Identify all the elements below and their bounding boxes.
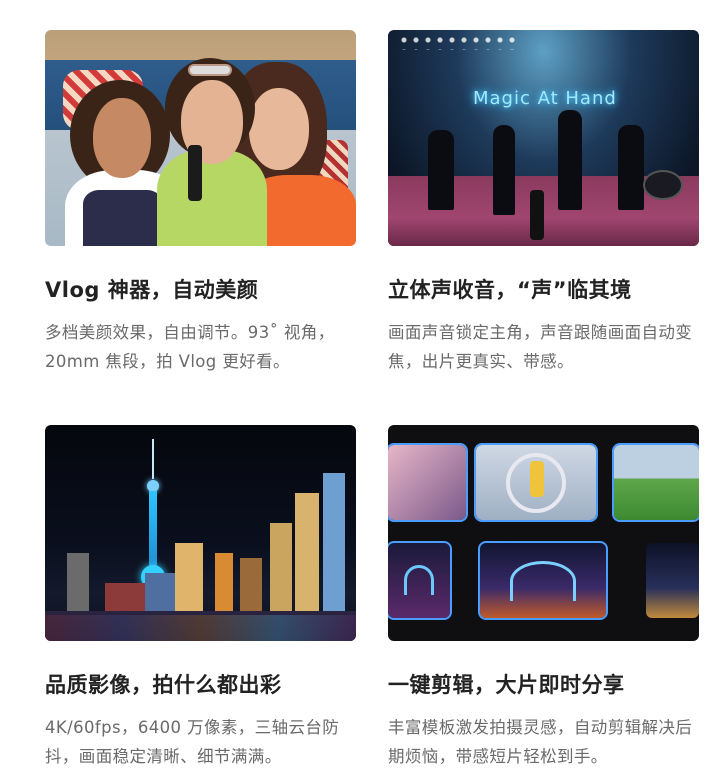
card-description: 多档美颜效果，自由调节。93˚ 视角，20mm 焦段，拍 Vlog 更好看。 — [45, 323, 335, 371]
tower-needle — [152, 439, 154, 479]
editing-thumbnails — [388, 425, 699, 641]
card-description: 丰富模板激发拍摄灵感，自动剪辑解决后期烦恼，带感短片轻松到手。 — [388, 718, 693, 766]
building — [67, 553, 89, 613]
video-thumbnail — [612, 443, 699, 522]
person-dress — [83, 190, 163, 246]
bridge — [404, 565, 434, 595]
feature-grid: Vlog 神器，自动美颜 多档美颜效果，自由调节。93˚ 视角，20mm 焦段，… — [0, 0, 721, 776]
river-reflection — [45, 615, 356, 641]
band-member — [618, 125, 644, 210]
building — [215, 553, 233, 613]
card-title: 立体声收音，“声”临其境 — [388, 278, 632, 302]
person-face — [93, 98, 151, 178]
person-body — [157, 150, 267, 246]
jumper — [530, 461, 544, 497]
building — [105, 583, 145, 613]
tower-shaft — [149, 491, 157, 571]
neon-sign-text: Magic At Hand — [473, 88, 617, 109]
stage-lights — [398, 34, 518, 50]
feature-card-editing: 一键剪辑，大片即时分享 丰富模板激发拍摄灵感，自动剪辑解决后期烦恼，带感短片轻松… — [388, 425, 699, 771]
band-member — [428, 130, 454, 210]
building — [295, 493, 319, 613]
stage-photo: Magic At Hand — [388, 30, 699, 246]
building — [270, 523, 292, 613]
video-thumbnail — [388, 443, 468, 522]
building — [323, 473, 345, 613]
feature-card-beauty: Vlog 神器，自动美颜 多档美颜效果，自由调节。93˚ 视角，20mm 焦段，… — [45, 30, 356, 376]
card-title: 一键剪辑，大片即时分享 — [388, 673, 625, 697]
card-description: 4K/60fps，6400 万像素，三轴云台防抖，画面稳定清晰、细节满满。 — [45, 718, 340, 766]
city-night-photo — [45, 425, 356, 641]
bridge — [510, 561, 576, 601]
sunglasses — [188, 64, 232, 76]
card-title: 品质影像，拍什么都出彩 — [45, 673, 282, 697]
gimbal-camera — [188, 145, 202, 201]
card-title: Vlog 神器，自动美颜 — [45, 278, 259, 302]
person-face — [249, 88, 309, 170]
feature-card-image-quality: 品质影像，拍什么都出彩 4K/60fps，6400 万像素，三轴云台防抖，画面稳… — [45, 425, 356, 771]
selfie-photo — [45, 30, 356, 246]
band-member — [493, 125, 515, 215]
building — [145, 573, 175, 613]
band-member — [558, 110, 582, 210]
card-description: 画面声音锁定主角，声音跟随画面自动变焦，出片更真实、带感。 — [388, 323, 693, 371]
drum-kit — [643, 170, 683, 200]
building — [175, 543, 203, 613]
video-thumbnail — [646, 543, 699, 618]
gimbal-camera — [530, 190, 544, 240]
building — [240, 558, 262, 613]
feature-card-audio: Magic At Hand 立体声收音，“声”临其境 画面声音锁定主角，声音跟随… — [388, 30, 699, 376]
